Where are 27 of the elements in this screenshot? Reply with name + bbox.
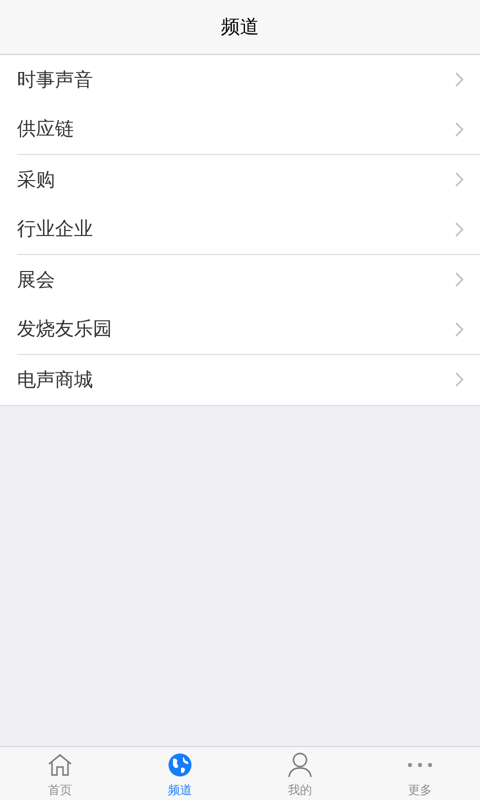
- channel-row[interactable]: 行业企业: [17, 204, 480, 254]
- chevron-right-icon: [455, 72, 464, 88]
- channel-label: 采购: [17, 168, 55, 192]
- home-icon: [47, 753, 73, 777]
- chevron-right-icon: [455, 222, 464, 237]
- chevron-right-icon: [455, 272, 464, 288]
- more-icon: [407, 762, 433, 768]
- channel-row[interactable]: 展会: [17, 255, 480, 304]
- channel-label: 供应链: [17, 117, 74, 142]
- channel-row[interactable]: 时事声音: [17, 55, 480, 104]
- tab[interactable]: 频道: [120, 747, 240, 800]
- channel-label: 发烧友乐园: [17, 317, 112, 342]
- channel-row[interactable]: 发烧友乐园: [17, 304, 480, 354]
- chevron-right-icon: [455, 172, 464, 188]
- channel-label: 时事声音: [17, 68, 93, 92]
- chevron-right-icon: [455, 372, 464, 388]
- chevron-right-icon: [455, 122, 464, 137]
- channel-row[interactable]: 供应链: [17, 104, 480, 154]
- globe-icon: [168, 753, 192, 777]
- person-icon: [288, 752, 312, 778]
- page-title: 频道: [221, 14, 259, 40]
- channel-label: 电声商城: [17, 368, 93, 392]
- chevron-right-icon: [455, 322, 464, 337]
- channel-row[interactable]: 电声商城: [17, 355, 480, 404]
- channel-label: 行业企业: [17, 217, 93, 242]
- channel-row[interactable]: 采购: [17, 155, 480, 204]
- channel-label: 展会: [17, 268, 55, 292]
